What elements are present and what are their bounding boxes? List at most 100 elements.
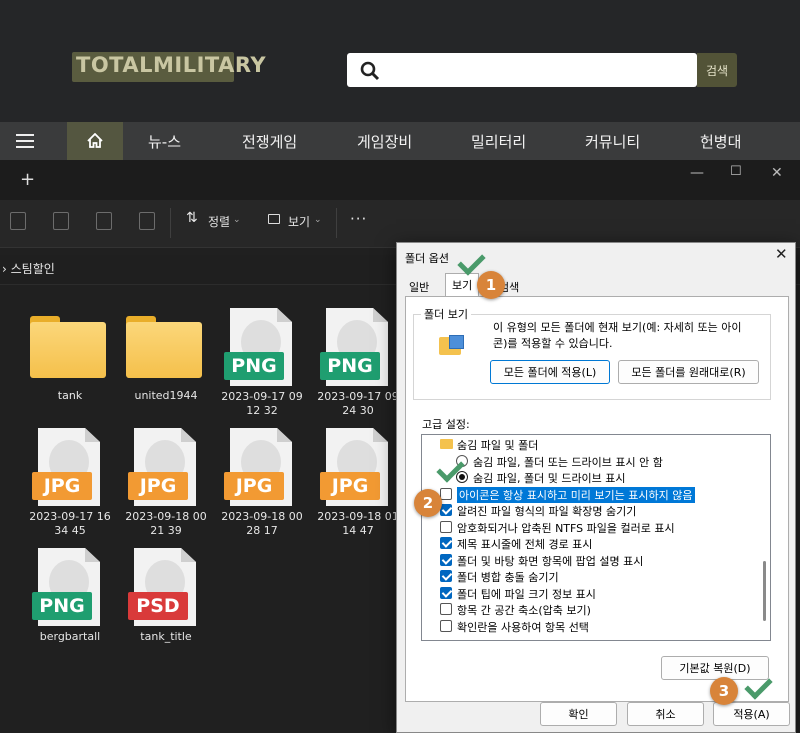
tree-option-label: 알려진 파일 형식의 파일 확장명 숨기기 [457,505,637,518]
png-file-icon: PNG [32,548,100,626]
item-name: tank [57,389,83,402]
tab-view[interactable]: 보기 [445,273,480,297]
tree-checkbox-option[interactable]: 폴더 병합 충돌 숨기기 [422,568,752,584]
search-button[interactable]: 검색 [697,53,737,87]
psd-file-icon: PSD [128,548,196,626]
checkbox[interactable] [440,586,452,599]
command-bar: ⇅ 정렬 ⌄ 보기 ⌄ ··· [0,200,800,248]
main-nav: 뉴-스 전쟁게임 게임장비 밀리터리 커뮤니티 헌병대 [0,122,800,160]
tree-radio-option[interactable]: 숨김 파일, 폴더 및 드라이브 표시 [422,469,752,485]
nav-game-gear[interactable]: 게임장비 [357,131,412,152]
paste-icon[interactable] [10,212,26,230]
tree-checkbox-option[interactable]: 암호화되거나 압축된 NTFS 파일을 컬러로 표시 [422,519,752,535]
checkbox[interactable] [440,537,452,549]
delete-icon[interactable] [139,212,155,230]
item-name: bergbartall [39,630,101,643]
checkbox[interactable] [440,619,452,632]
checkbox[interactable] [440,553,452,566]
cancel-button[interactable]: 취소 [627,702,704,726]
view-button[interactable]: 보기 [288,213,310,230]
rename-icon[interactable] [53,212,69,230]
checkbox[interactable] [440,570,452,582]
sort-button[interactable]: 정렬 [208,213,230,230]
item-name: united1944 [134,389,198,402]
tree-checkbox-option[interactable]: 아이콘은 항상 표시하고 미리 보기는 표시하지 않음 [422,486,752,503]
nav-home[interactable] [67,122,123,160]
folder-view-icon [439,335,465,357]
sort-icon: ⇅ [186,210,198,226]
menu-icon[interactable] [16,134,34,148]
tree-checkbox-option[interactable]: 폴더 팁에 파일 크기 정보 표시 [422,585,752,601]
checkbox[interactable] [440,504,452,516]
file-type-badge: PSD [128,592,188,620]
tree-option-label: 제목 표시줄에 전체 경로 표시 [457,538,593,551]
breadcrumb-folder[interactable]: 스팀할인 [11,262,55,276]
file-type-badge: JPG [32,472,92,500]
close-window-icon[interactable]: ✕ [771,165,783,181]
advanced-settings-tree[interactable]: 숨김 파일 및 폴더 숨김 파일, 폴더 또는 드라이브 표시 안 함숨김 파일,… [421,434,771,641]
file-type-badge: PNG [320,352,380,380]
more-options-icon[interactable]: ··· [350,210,367,228]
nav-mp[interactable]: 헌병대 [700,131,741,152]
tree-option-label: 폴더 및 바탕 화면 항목에 팝업 설명 표시 [457,554,644,568]
tree-scrollbar[interactable] [760,455,768,635]
tree-option-label: 암호화되거나 압축된 NTFS 파일을 컬러로 표시 [457,521,675,535]
search-input[interactable] [347,53,697,87]
view-chevron-icon: ⌄ [314,215,322,225]
file-type-badge: JPG [224,472,284,500]
file-type-badge: JPG [128,472,188,500]
reset-folders-button[interactable]: 모든 폴더를 원래대로(R) [618,360,759,384]
nav-war-games[interactable]: 전쟁게임 [242,131,297,152]
file-type-badge: PNG [224,352,284,380]
annotation-badge-1: 1 [477,271,505,299]
tree-checkbox-option[interactable]: 폴더 및 바탕 화면 항목에 팝업 설명 표시 [422,552,752,568]
folder-icon [30,316,106,378]
apply-button[interactable]: 적용(A) [713,702,790,726]
item-name: tank_title [140,630,192,643]
png-file-icon: PNG [320,308,388,386]
search-icon [360,61,380,81]
tree-group: 숨김 파일 및 폴더 [422,436,752,452]
nav-news[interactable]: 뉴-스 [148,131,181,152]
apply-to-folders-button[interactable]: 모든 폴더에 적용(L) [490,360,610,384]
home-icon [87,133,103,148]
item-name: 2023-09-17 09 12 32 [221,390,303,417]
scrollbar-thumb[interactable] [763,561,766,621]
minimize-icon[interactable]: — [690,165,704,181]
tab-strip: + — ☐ ✕ [0,160,800,200]
share-icon[interactable] [96,212,112,230]
tree-radio-option[interactable]: 숨김 파일, 폴더 또는 드라이브 표시 안 함 [422,453,752,469]
view-icon [268,214,280,224]
file-type-badge: PNG [32,592,92,620]
checkbox[interactable] [440,487,452,500]
tab-general[interactable]: 일반 [403,276,435,297]
folder-view-desc-2: 콘)를 적용할 수 있습니다. [493,337,613,350]
tree-checkbox-option[interactable]: 항목 간 공간 축소(압축 보기) [422,601,752,617]
dialog-title: 폴더 옵션 [405,252,449,265]
maximize-icon[interactable]: ☐ [730,164,742,179]
site-logo[interactable]: TOTALMILITARY [72,44,266,90]
nav-community[interactable]: 커뮤니티 [585,131,640,152]
nav-military[interactable]: 밀리터리 [471,131,526,152]
folder-view-desc-1: 이 유형의 모든 폴더에 현재 보기(예: 자세히 또는 아이 [493,321,742,334]
tree-option-label: 폴더 병합 충돌 숨기기 [457,571,559,584]
dialog-close-icon[interactable]: ✕ [775,245,788,263]
tree-checkbox-option[interactable]: 알려진 파일 형식의 파일 확장명 숨기기 [422,502,752,518]
tree-checkbox-option[interactable]: 확인란을 사용하여 항목 선택 [422,618,752,634]
item-name: 2023-09-18 00 28 17 [221,510,303,537]
checkmark-icon [744,677,770,697]
item-name: 2023-09-17 16 34 45 [29,510,111,537]
toolbar-divider [170,208,171,238]
ok-button[interactable]: 확인 [540,702,617,726]
new-tab-button[interactable]: + [20,169,35,190]
tree-checkbox-option[interactable]: 제목 표시줄에 전체 경로 표시 [422,535,752,551]
folder-view-group-label: 폴더 보기 [421,306,471,322]
advanced-settings-label: 고급 설정: [422,418,470,431]
breadcrumb[interactable]: › 스팀할인 [2,260,55,277]
toolbar-divider [336,208,337,238]
tree-option-label: 확인란을 사용하여 항목 선택 [457,620,589,634]
item-name: 2023-09-17 09 24 30 [317,390,399,417]
checkbox[interactable] [440,603,452,615]
checkbox[interactable] [440,520,452,533]
tree-option-label: 숨김 파일, 폴더 및 드라이브 표시 [473,472,626,485]
